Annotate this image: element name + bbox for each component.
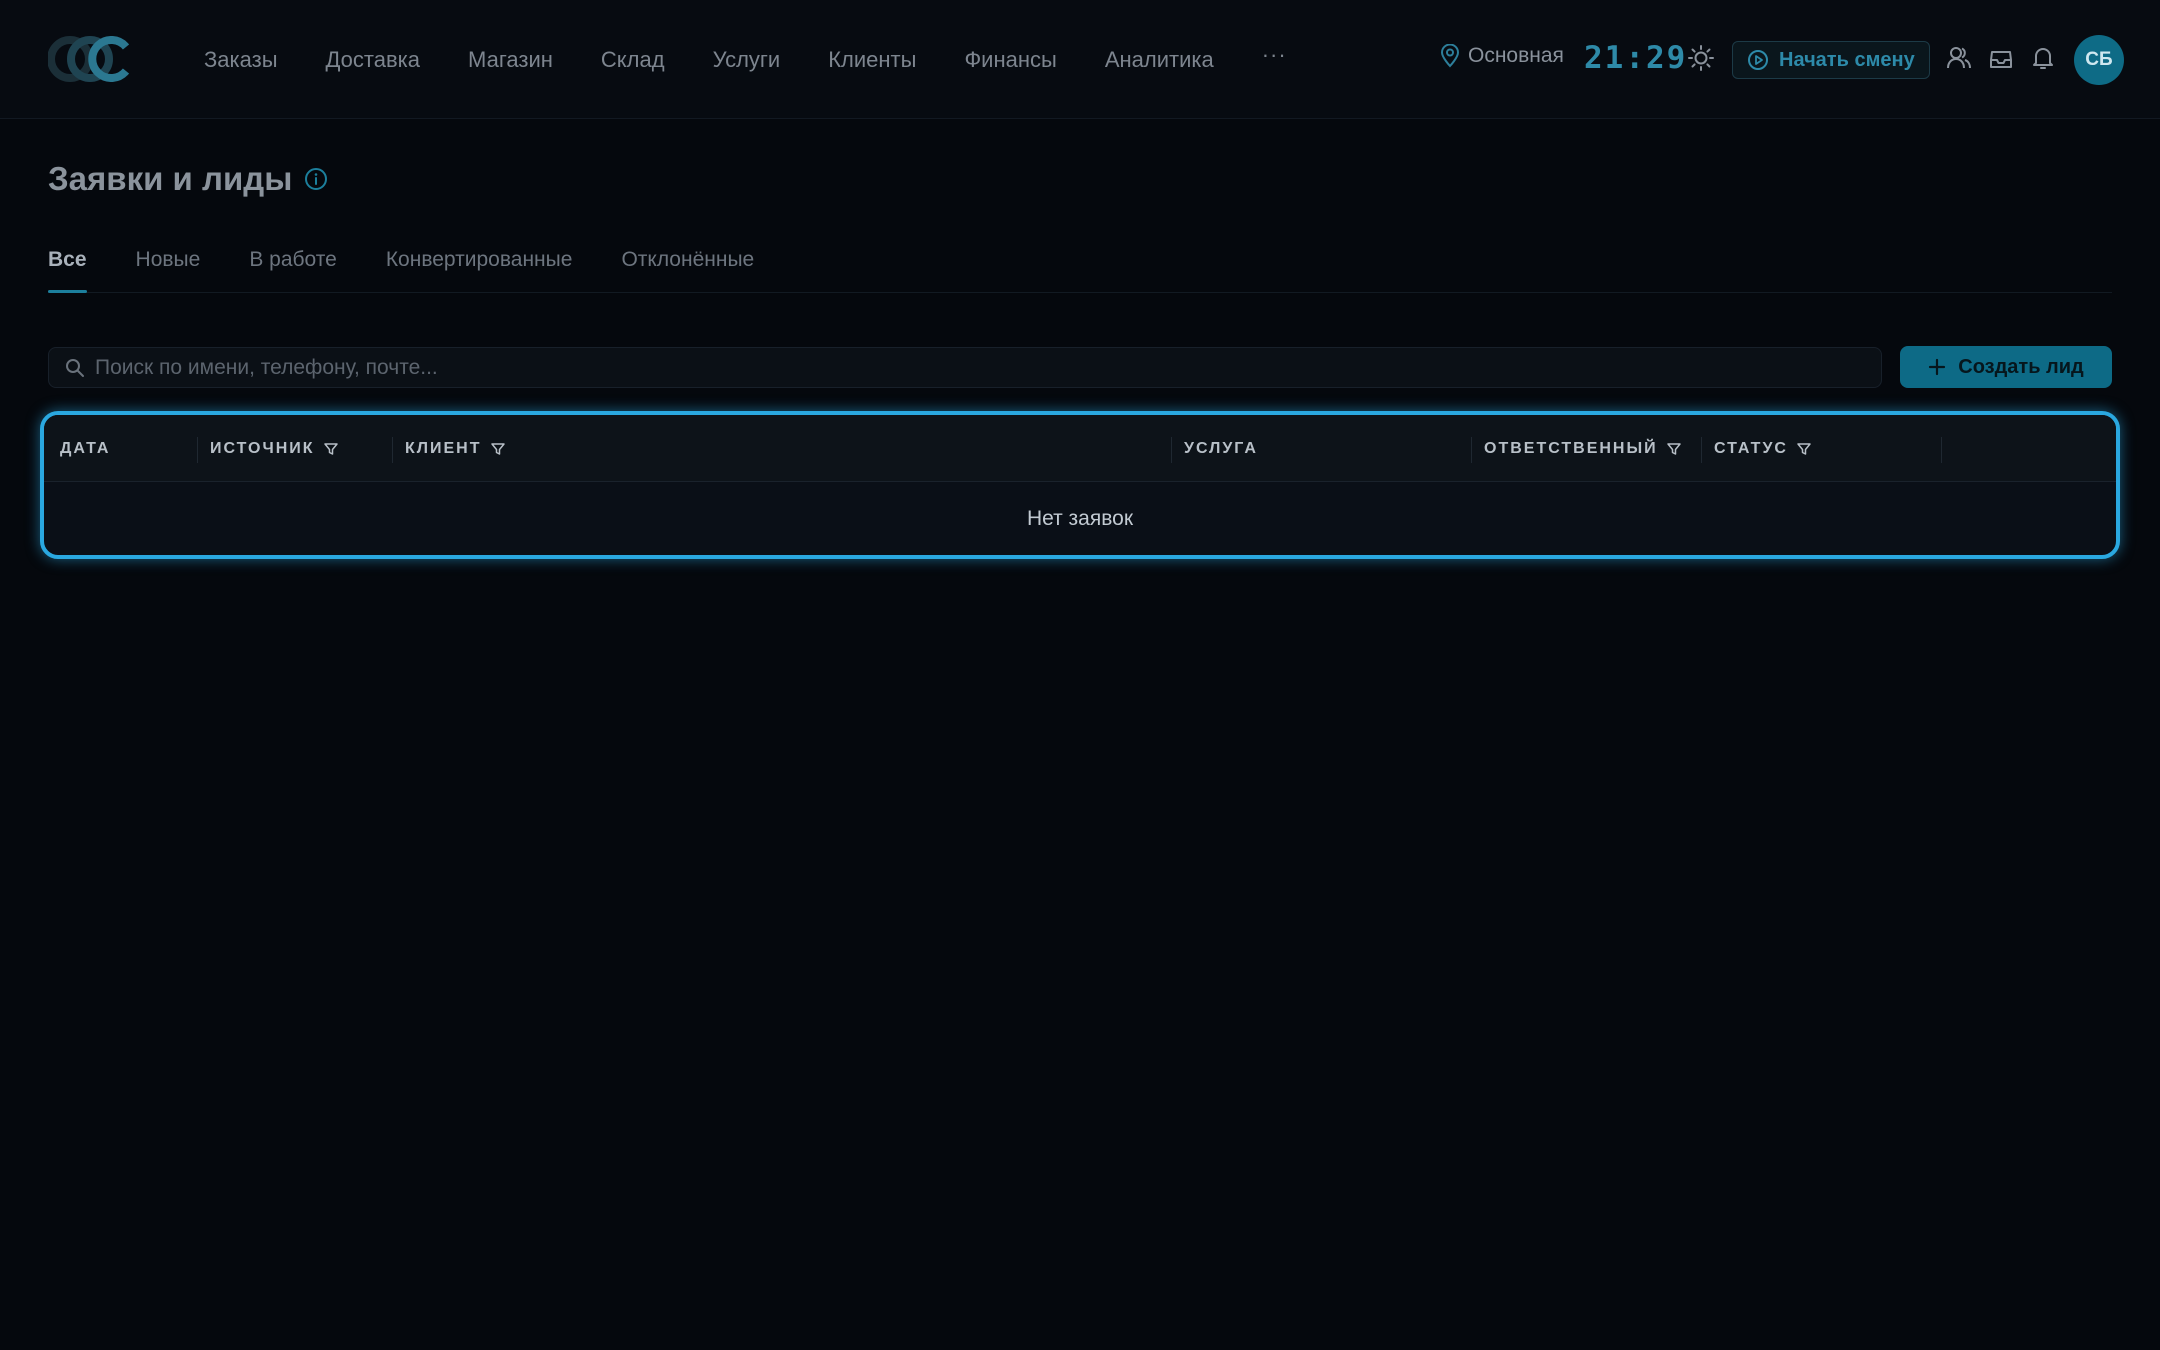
column-label: КЛИЕНТ xyxy=(405,439,482,457)
create-lead-button[interactable]: Создать лид xyxy=(1900,346,2112,388)
column-header-service[interactable]: УСЛУГА xyxy=(1184,415,1258,482)
info-icon[interactable] xyxy=(304,167,328,191)
start-shift-label: Начать смену xyxy=(1779,48,1915,71)
tab-all[interactable]: Все xyxy=(48,240,87,293)
branch-selector[interactable]: Основная xyxy=(1440,44,1564,68)
column-label: ИСТОЧНИК xyxy=(210,439,315,457)
page-header: Заявки и лиды xyxy=(48,160,328,198)
column-label: УСЛУГА xyxy=(1184,439,1258,457)
nav-item-clients[interactable]: Клиенты xyxy=(828,47,916,73)
clock: 21:29 xyxy=(1584,40,1688,76)
status-tabs: Все Новые В работе Конвертированные Откл… xyxy=(48,240,2112,293)
column-header-source[interactable]: ИСТОЧНИК xyxy=(210,415,339,482)
column-divider[interactable] xyxy=(1941,437,1942,463)
app-logo[interactable] xyxy=(48,36,134,82)
top-bar: Заказы Доставка Магазин Склад Услуги Кли… xyxy=(0,0,2160,119)
nav-item-orders[interactable]: Заказы xyxy=(204,47,278,73)
main-nav: Заказы Доставка Магазин Склад Услуги Кли… xyxy=(204,0,1287,119)
branch-name: Основная xyxy=(1468,44,1564,67)
bell-icon[interactable] xyxy=(2031,45,2055,71)
tab-rejected[interactable]: Отклонённые xyxy=(621,240,754,292)
search-input[interactable] xyxy=(95,355,1881,380)
column-header-client[interactable]: КЛИЕНТ xyxy=(405,415,506,482)
nav-item-delivery[interactable]: Доставка xyxy=(326,47,420,73)
column-header-status[interactable]: СТАТУС xyxy=(1714,415,1812,482)
nav-item-finance[interactable]: Финансы xyxy=(964,47,1056,73)
column-divider[interactable] xyxy=(1701,437,1702,463)
table-header: ДАТА ИСТОЧНИК КЛИЕНТ УСЛУГА ОТВЕТСТВЕННЫ… xyxy=(44,415,2116,482)
location-pin-icon xyxy=(1440,44,1460,68)
column-divider[interactable] xyxy=(197,437,198,463)
nav-item-warehouse[interactable]: Склад xyxy=(601,47,665,73)
leads-table: ДАТА ИСТОЧНИК КЛИЕНТ УСЛУГА ОТВЕТСТВЕННЫ… xyxy=(40,411,2120,559)
filter-icon[interactable] xyxy=(1796,441,1812,457)
tab-converted[interactable]: Конвертированные xyxy=(386,240,573,292)
column-header-date[interactable]: ДАТА xyxy=(60,415,110,482)
avatar[interactable]: СБ xyxy=(2074,35,2124,85)
play-circle-icon xyxy=(1748,50,1768,70)
nav-item-analytics[interactable]: Аналитика xyxy=(1105,47,1214,73)
column-label: СТАТУС xyxy=(1714,439,1788,457)
tab-in-progress[interactable]: В работе xyxy=(249,240,337,292)
page-title: Заявки и лиды xyxy=(48,160,293,197)
search-bar xyxy=(48,347,1882,388)
plus-icon xyxy=(1929,358,1946,376)
create-lead-label: Создать лид xyxy=(1958,355,2084,378)
search-icon xyxy=(66,358,84,377)
empty-state-text: Нет заявок xyxy=(1026,506,1134,530)
column-divider[interactable] xyxy=(392,437,393,463)
inbox-icon[interactable] xyxy=(1989,48,2013,70)
column-label: ДАТА xyxy=(60,439,111,457)
filter-icon[interactable] xyxy=(323,441,339,457)
column-divider[interactable] xyxy=(1471,437,1472,463)
column-divider[interactable] xyxy=(1171,437,1172,463)
users-icon[interactable] xyxy=(1946,45,1972,71)
filter-icon[interactable] xyxy=(490,441,506,457)
nav-item-shop[interactable]: Магазин xyxy=(468,47,553,73)
sun-icon[interactable] xyxy=(1687,44,1715,72)
column-label: ОТВЕТСТВЕННЫЙ xyxy=(1484,439,1658,457)
column-header-assignee[interactable]: ОТВЕТСТВЕННЫЙ xyxy=(1484,415,1682,482)
nav-item-services[interactable]: Услуги xyxy=(713,47,781,73)
tab-new[interactable]: Новые xyxy=(136,240,201,292)
start-shift-button[interactable]: Начать смену xyxy=(1732,41,1930,79)
header-actions: Основная 21:29 Начать смену СБ xyxy=(1440,0,2140,119)
filter-icon[interactable] xyxy=(1666,441,1682,457)
nav-more-button[interactable]: ··· xyxy=(1262,42,1287,68)
